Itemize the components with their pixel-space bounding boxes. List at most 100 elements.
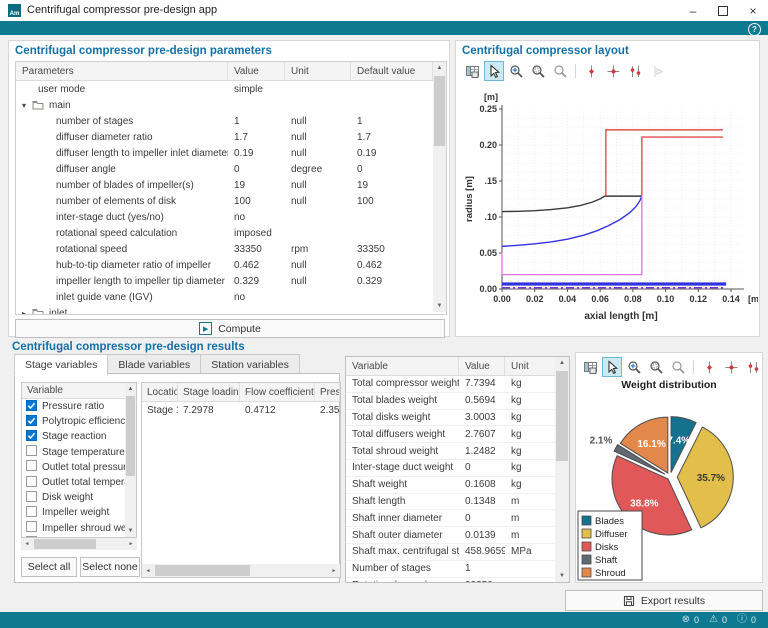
variable-list-item[interactable]: Impeller shroud wei [22, 521, 127, 536]
help-icon[interactable]: ? [748, 23, 761, 36]
parameter-row[interactable]: rotational speed33350rpm33350 [16, 241, 433, 257]
scroll-track[interactable] [154, 564, 328, 577]
parameter-row[interactable]: diffuser length to impeller inlet diamet… [16, 145, 433, 161]
zoom-pan-icon[interactable] [506, 61, 526, 81]
scroll-track[interactable] [555, 369, 569, 570]
scroll-thumb[interactable] [434, 76, 445, 146]
export-results-button[interactable]: Export results [565, 590, 763, 611]
weight-table-vertical-scrollbar[interactable]: ▲▼ [555, 357, 569, 582]
marker-cross-icon[interactable] [603, 61, 623, 81]
close-button[interactable]: × [738, 0, 768, 21]
variable-list-item[interactable]: Stage temperature i [22, 445, 127, 460]
parameter-row[interactable]: user modesimple [16, 81, 433, 97]
scroll-thumb[interactable] [34, 539, 96, 549]
parameter-row[interactable]: number of stages1null1 [16, 113, 433, 129]
stage-table-horizontal-scrollbar[interactable]: ◄► [142, 564, 340, 577]
parameter-row[interactable]: number of elements of disk100null100 [16, 193, 433, 209]
parameter-row[interactable]: diffuser diameter ratio1.7null1.7 [16, 129, 433, 145]
scroll-right-arrow[interactable]: ► [125, 538, 137, 550]
marker-single-icon[interactable] [699, 357, 719, 377]
maximize-button[interactable] [708, 0, 738, 21]
select-none-button[interactable]: Select none [80, 557, 140, 577]
cursor-select-icon[interactable] [484, 61, 504, 81]
parameter-row[interactable]: ▾main [16, 97, 433, 113]
zoom-pan-icon[interactable] [624, 357, 644, 377]
weight-cell: Shaft max. centrifugal stress [346, 544, 459, 560]
cursor-select-icon[interactable] [602, 357, 622, 377]
variable-list-item[interactable]: Disk weight [22, 490, 127, 505]
scroll-track[interactable] [33, 538, 125, 550]
checkbox-checked[interactable] [26, 415, 37, 429]
table-export-icon[interactable] [580, 357, 600, 377]
checkbox-unchecked[interactable] [26, 506, 37, 520]
layout-panel: Centrifugal compressor layout 0.000.05.1… [455, 40, 760, 337]
scroll-down-arrow[interactable]: ▼ [125, 525, 136, 537]
marker-double-icon[interactable] [625, 61, 645, 81]
scroll-track[interactable] [433, 74, 446, 300]
variable-list-horizontal-scrollbar[interactable]: ◄► [21, 538, 137, 550]
marker-single-icon[interactable] [581, 61, 601, 81]
scroll-up-arrow[interactable]: ▲ [555, 357, 569, 369]
scroll-right-arrow[interactable]: ► [328, 564, 340, 577]
parameter-row[interactable]: inlet guide vane (IGV)no [16, 289, 433, 305]
tab-station-variables[interactable]: Station variables [201, 354, 300, 375]
parameter-row[interactable]: impeller length to impeller tip diameter… [16, 273, 433, 289]
scroll-down-arrow[interactable]: ▼ [555, 570, 569, 582]
scroll-thumb[interactable] [126, 396, 135, 476]
parameter-row[interactable]: rotational speed calculationimposed [16, 225, 433, 241]
tab-blade-variables[interactable]: Blade variables [108, 354, 201, 375]
scroll-thumb[interactable] [556, 371, 568, 461]
info-icon[interactable]: ⓘ [737, 615, 747, 625]
scroll-up-arrow[interactable]: ▲ [125, 383, 136, 395]
select-all-button[interactable]: Select all [21, 557, 77, 577]
warning-icon[interactable]: ⚠ [709, 615, 718, 625]
weight-cell: 7.7394 [459, 376, 505, 392]
variable-list-item[interactable]: Outlet total pressure [22, 460, 127, 475]
parameter-name-cell: user mode [16, 84, 228, 95]
variable-label: Impeller shroud wei [42, 523, 127, 534]
zoom-reset-icon[interactable] [668, 357, 688, 377]
variable-list-vertical-scrollbar[interactable]: ▲▼ [125, 383, 136, 537]
scroll-track[interactable] [125, 395, 136, 525]
parameter-row[interactable]: number of blades of impeller(s)19null19 [16, 177, 433, 193]
zoom-reset-icon[interactable] [550, 61, 570, 81]
tab-stage-variables[interactable]: Stage variables [14, 354, 108, 376]
checkbox-unchecked[interactable] [26, 491, 37, 505]
checkbox-checked[interactable] [26, 400, 37, 414]
scroll-down-arrow[interactable]: ▼ [433, 300, 446, 312]
minimize-button[interactable]: – [678, 0, 708, 21]
expand-icon[interactable]: ▸ [22, 309, 32, 316]
error-icon[interactable]: ⊗ [682, 615, 690, 625]
parameter-row[interactable]: inter-stage duct (yes/no)no [16, 209, 433, 225]
variable-list-item[interactable]: Outlet total tempera [22, 475, 127, 490]
scroll-left-arrow[interactable]: ◄ [142, 564, 154, 577]
checkbox-unchecked[interactable] [26, 476, 37, 490]
parameter-row[interactable]: diffuser angle0degree0 [16, 161, 433, 177]
checkbox-unchecked[interactable] [26, 445, 37, 459]
compute-button[interactable]: ▶ Compute [15, 319, 445, 338]
zoom-box-icon[interactable] [646, 357, 666, 377]
scroll-thumb[interactable] [155, 565, 250, 576]
marker-cross-icon[interactable] [721, 357, 741, 377]
parameters-vertical-scrollbar[interactable]: ▲▼ [433, 62, 446, 312]
scroll-up-arrow[interactable]: ▲ [433, 62, 446, 74]
checkbox-unchecked[interactable] [26, 460, 37, 474]
parameter-name: inlet [49, 308, 67, 316]
checkbox-checked[interactable] [26, 430, 37, 444]
parameter-default: 19 [351, 180, 433, 191]
collapse-icon[interactable]: ▾ [22, 101, 32, 110]
variable-list-item[interactable]: Pressure ratio [22, 399, 127, 414]
checkbox-unchecked[interactable] [26, 521, 37, 535]
weight-cell: 0.5694 [459, 393, 505, 409]
parameter-row[interactable]: hub-to-tip diameter ratio of impeller0.4… [16, 257, 433, 273]
table-export-icon[interactable] [462, 61, 482, 81]
marker-double-icon[interactable] [743, 357, 763, 377]
variable-list-item[interactable]: Polytropic efficiency [22, 414, 127, 429]
weight-cell: kg [505, 410, 557, 426]
parameter-name-cell: inter-stage duct (yes/no) [16, 212, 228, 223]
parameter-row[interactable]: ▸ inlet [16, 305, 433, 315]
scroll-left-arrow[interactable]: ◄ [21, 538, 33, 550]
zoom-box-icon[interactable] [528, 61, 548, 81]
variable-list-item[interactable]: Impeller weight [22, 505, 127, 520]
variable-list-item[interactable]: Stage reaction [22, 429, 127, 444]
